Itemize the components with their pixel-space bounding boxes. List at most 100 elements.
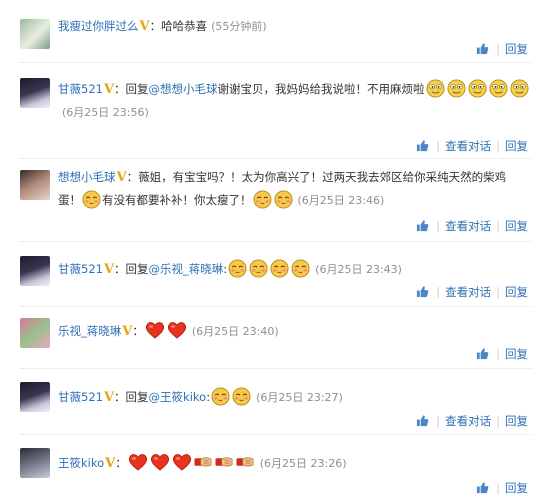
heart-emoji-icon [128, 453, 148, 471]
username[interactable]: 我瘦过你胖过么 [58, 19, 139, 33]
thumbs-up-icon[interactable] [476, 347, 489, 363]
smiley-emoji-icon [426, 79, 445, 98]
comment-body-continued: 有没有都要补补！你太瘦了！ [102, 193, 252, 207]
avatar[interactable] [20, 448, 50, 478]
comment-actions: | 回复 [476, 346, 528, 363]
verified-badge-icon: V [103, 262, 115, 277]
username[interactable]: 甘薇521 [58, 82, 103, 96]
avatar[interactable] [20, 318, 50, 348]
shy-emoji-icon [228, 259, 247, 278]
username[interactable]: 甘薇521 [58, 262, 103, 276]
comment-text: 王筱kikoV： (6月25日 23:26) [58, 452, 532, 475]
handshake-emoji-icon [236, 454, 255, 470]
separator: | [496, 414, 500, 428]
handshake-emoji-icon [215, 454, 234, 470]
verified-badge-icon: V [139, 19, 150, 34]
view-dialog-link[interactable]: 查看对话 [445, 414, 491, 428]
reply-link[interactable]: 回复 [505, 481, 528, 495]
avatar[interactable] [20, 382, 50, 412]
verified-badge-icon: V [105, 456, 116, 471]
comment-text: 甘薇521V：回复@乐视_蒋晓琳: (6月25日 23:43) [58, 258, 532, 281]
username[interactable]: 想想小毛球 [58, 170, 116, 184]
comment-actions: | 查看对话 | 回复 [416, 218, 528, 235]
comment-actions: | 回复 [476, 41, 528, 58]
thumbs-up-icon[interactable] [416, 414, 429, 430]
timestamp: (55分钟前) [211, 20, 267, 33]
timestamp: (6月25日 23:46) [297, 194, 385, 207]
shy-emoji-icon [82, 190, 101, 209]
avatar[interactable] [20, 19, 50, 49]
colon: ： [126, 170, 139, 184]
smiley-emoji-icon [447, 79, 466, 98]
comment-text: 甘薇521V：回复@想想小毛球谢谢宝贝，我妈妈给我说啦！不用麻烦啦 (6月25日 … [58, 78, 532, 124]
thumbs-up-icon[interactable] [416, 139, 429, 155]
thumbs-up-icon[interactable] [416, 219, 429, 235]
thumbs-up-icon[interactable] [476, 481, 489, 497]
verified-badge-icon: V [122, 324, 133, 339]
divider [20, 241, 532, 242]
shy-emoji-icon [211, 387, 230, 406]
separator: | [496, 481, 500, 495]
comment-body: 谢谢宝贝，我妈妈给我说啦！不用麻烦啦 [217, 82, 425, 96]
mention-link[interactable]: @乐视_蒋晓琳 [149, 262, 224, 276]
reply-prefix: 回复 [125, 390, 149, 404]
colon: ： [115, 456, 127, 470]
thumbs-up-icon[interactable] [476, 42, 489, 58]
comment-text: 甘薇521V：回复@王筱kiko: (6月25日 23:27) [58, 386, 532, 409]
heart-emoji-icon [150, 453, 170, 471]
timestamp: (6月25日 23:43) [315, 263, 402, 276]
smiley-emoji-icon [489, 79, 508, 98]
comment-actions: | 回复 [476, 480, 528, 497]
avatar[interactable] [20, 256, 50, 286]
comment-text: 乐视_蒋晓琳V： (6月25日 23:40) [58, 320, 532, 343]
verified-badge-icon: V [103, 82, 115, 97]
reply-link[interactable]: 回复 [505, 42, 528, 56]
colon: ： [114, 262, 126, 276]
heart-emoji-icon [167, 321, 187, 339]
separator: | [496, 347, 500, 361]
mention-link[interactable]: @想想小毛球 [149, 82, 218, 96]
divider [20, 368, 532, 369]
shy-emoji-icon [270, 259, 289, 278]
comment-actions: | 查看对话 | 回复 [416, 284, 528, 301]
shy-emoji-icon [249, 259, 268, 278]
username[interactable]: 乐视_蒋晓琳 [58, 324, 121, 338]
comment-text: 我瘦过你胖过么V：哈哈恭喜 (55分钟前) [58, 15, 532, 38]
separator: | [436, 139, 441, 153]
colon: ： [114, 390, 126, 404]
reply-link[interactable]: 回复 [505, 219, 528, 233]
colon: : [206, 390, 211, 404]
view-dialog-link[interactable]: 查看对话 [445, 285, 491, 299]
colon: ： [132, 324, 144, 338]
view-dialog-link[interactable]: 查看对话 [445, 139, 491, 153]
reply-link[interactable]: 回复 [505, 285, 528, 299]
reply-prefix: 回复 [125, 82, 149, 96]
avatar[interactable] [20, 78, 50, 108]
divider [20, 62, 532, 63]
separator: | [436, 285, 441, 299]
handshake-emoji-icon [194, 454, 213, 470]
separator: | [496, 139, 500, 153]
separator: | [496, 285, 500, 299]
shy-emoji-icon [274, 190, 293, 209]
verified-badge-icon: V [103, 390, 115, 405]
comment-text: 想想小毛球V：薇姐，有宝宝吗？！太为你高兴了！过两天我去郊区给你采纯天然的柴鸡蛋… [58, 166, 520, 212]
verified-badge-icon: V [116, 170, 127, 185]
avatar[interactable] [20, 170, 50, 200]
mention-link[interactable]: @王筱kiko [149, 390, 207, 404]
smiley-emoji-icon [510, 79, 529, 98]
shy-emoji-icon [232, 387, 251, 406]
timestamp: (6月25日 23:27) [256, 391, 343, 404]
reply-link[interactable]: 回复 [505, 347, 528, 361]
shy-emoji-icon [291, 259, 310, 278]
thumbs-up-icon[interactable] [416, 285, 429, 301]
username[interactable]: 王筱kiko [58, 456, 104, 470]
smiley-emoji-icon [468, 79, 487, 98]
colon: ： [149, 19, 162, 33]
username[interactable]: 甘薇521 [58, 390, 103, 404]
timestamp: (6月25日 23:56) [62, 106, 149, 119]
comment-actions: | 查看对话 | 回复 [416, 138, 528, 155]
view-dialog-link[interactable]: 查看对话 [445, 219, 491, 233]
reply-link[interactable]: 回复 [505, 139, 528, 153]
reply-link[interactable]: 回复 [505, 414, 528, 428]
